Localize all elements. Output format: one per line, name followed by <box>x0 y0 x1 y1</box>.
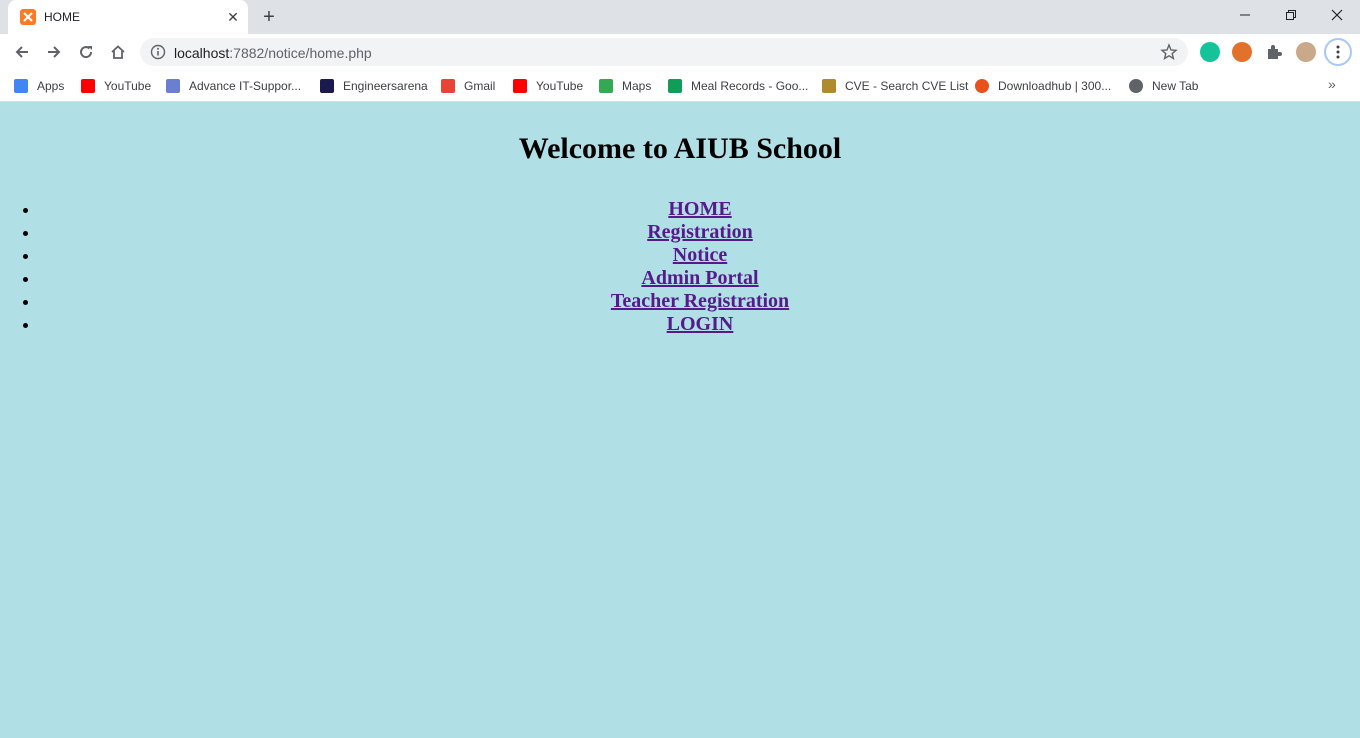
url-path: :7882/notice/home.php <box>229 45 372 61</box>
bookmark-label: Advance IT-Suppor... <box>189 79 302 93</box>
bookmark-item[interactable]: Gmail <box>441 77 495 95</box>
home-icon[interactable] <box>105 39 131 65</box>
bookmark-item[interactable]: Apps <box>14 77 64 95</box>
nav-link-registration[interactable]: Registration <box>647 221 753 243</box>
grammarly-extension-icon[interactable] <box>1200 42 1220 62</box>
new-tab-plus-icon[interactable]: + <box>258 6 280 28</box>
hd-icon <box>320 79 334 93</box>
nav-link-notice[interactable]: Notice <box>673 244 727 266</box>
bookmark-label: Maps <box>622 79 652 93</box>
bookmarks-overflow-chevron-icon[interactable]: » <box>1328 76 1336 92</box>
bookmark-label: New Tab <box>1152 79 1199 93</box>
bookmark-item[interactable]: Maps <box>599 77 651 95</box>
advance-it-icon <box>166 79 180 93</box>
nav-item-home: HOME <box>40 198 1360 221</box>
bookmark-label: CVE - Search CVE List <box>845 79 969 93</box>
bookmark-item[interactable]: Meal Records - Goo... <box>668 77 808 95</box>
tab-strip: HOME ✕ + <box>0 0 1360 34</box>
tab-title: HOME <box>44 10 80 24</box>
extensions-puzzle-icon[interactable] <box>1264 42 1284 62</box>
bookmark-label: YouTube <box>104 79 152 93</box>
gmail-icon <box>441 79 455 93</box>
nav-link-admin-portal[interactable]: Admin Portal <box>641 267 758 289</box>
nav-link-teacher-registration[interactable]: Teacher Registration <box>611 290 789 312</box>
bookmark-item[interactable]: Engineersarena <box>320 77 428 95</box>
forward-arrow-icon[interactable] <box>41 39 67 65</box>
duckduckgo-extension-icon[interactable] <box>1232 42 1252 62</box>
maps-pin-icon <box>599 79 613 93</box>
url-host: localhost <box>174 45 230 61</box>
cve-icon <box>822 79 836 93</box>
bookmark-label: Apps <box>37 79 65 93</box>
youtube-icon <box>81 79 95 93</box>
chrome-menu-icon[interactable] <box>1324 38 1352 66</box>
bookmark-label: Gmail <box>464 79 496 93</box>
bookmark-label: Meal Records - Goo... <box>691 79 809 93</box>
bookmark-item[interactable]: Advance IT-Suppor... <box>166 77 301 95</box>
bookmarks-bar: Apps YouTube Advance IT-Suppor... Engineers… <box>0 70 1360 102</box>
minimize-icon[interactable] <box>1222 0 1268 30</box>
bookmark-star-icon[interactable] <box>1160 43 1178 61</box>
nav-list: HOME Registration Notice Admin Portal Te… <box>40 198 1360 336</box>
address-bar[interactable]: localhost:7882/notice/home.php <box>140 38 1188 66</box>
nav-item-login: LOGIN <box>40 313 1360 336</box>
restore-icon[interactable] <box>1268 0 1314 30</box>
sheets-icon <box>668 79 682 93</box>
nav-item-notice: Notice <box>40 244 1360 267</box>
youtube-icon <box>513 79 527 93</box>
page-title: Welcome to AIUB School <box>518 132 842 165</box>
bookmark-item[interactable]: New Tab <box>1129 77 1198 95</box>
tab-close-icon[interactable]: ✕ <box>224 8 242 26</box>
window-close-icon[interactable] <box>1314 0 1360 30</box>
bookmark-item[interactable]: Downloadhub | 300... <box>975 77 1111 95</box>
page-content: Welcome to AIUB School HOME Registration… <box>0 103 1360 738</box>
profile-avatar[interactable] <box>1296 42 1316 62</box>
browser-toolbar: localhost:7882/notice/home.php <box>0 34 1360 70</box>
nav-item-registration: Registration <box>40 221 1360 244</box>
bookmark-item[interactable]: YouTube <box>81 77 151 95</box>
bookmark-label: Downloadhub | 300... <box>998 79 1112 93</box>
xampp-favicon-icon <box>20 9 36 25</box>
nav-link-home[interactable]: HOME <box>668 198 731 220</box>
reload-icon[interactable] <box>73 39 99 65</box>
bookmark-label: YouTube <box>536 79 584 93</box>
bookmark-item[interactable]: YouTube <box>513 77 583 95</box>
downloadhub-icon <box>975 79 989 93</box>
browser-tab[interactable]: HOME ✕ <box>8 0 248 34</box>
nav-item-admin-portal: Admin Portal <box>40 267 1360 290</box>
url-text[interactable]: localhost:7882/notice/home.php <box>174 45 372 61</box>
globe-icon <box>1129 79 1143 93</box>
bookmark-item[interactable]: CVE - Search CVE List <box>822 77 968 95</box>
apps-grid-icon <box>14 79 28 93</box>
nav-item-teacher-registration: Teacher Registration <box>40 290 1360 313</box>
site-info-icon[interactable] <box>150 44 166 60</box>
back-arrow-icon[interactable] <box>9 39 35 65</box>
bookmark-label: Engineersarena <box>343 79 428 93</box>
nav-link-login[interactable]: LOGIN <box>667 313 734 335</box>
